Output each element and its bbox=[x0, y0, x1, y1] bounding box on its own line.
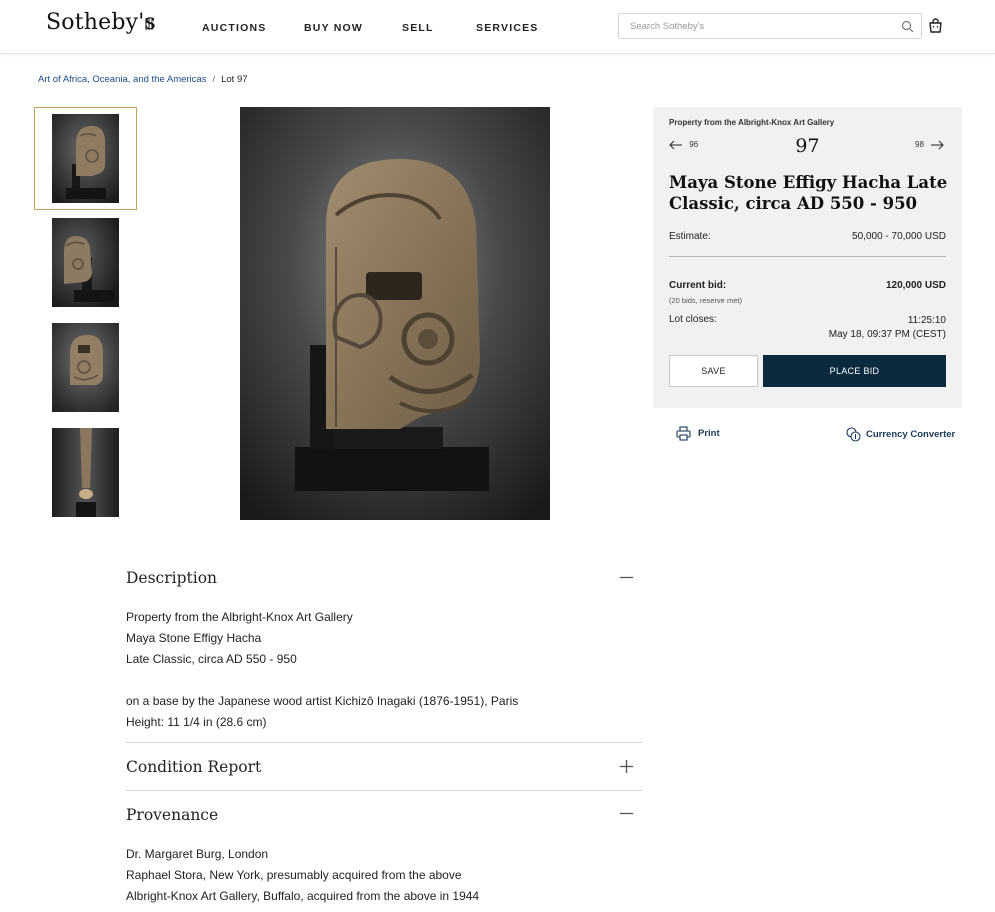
print-label: Print bbox=[698, 428, 720, 439]
nav-services[interactable]: SERVICES bbox=[476, 22, 539, 34]
save-button[interactable]: SAVE bbox=[669, 355, 758, 387]
site-header: Sotheby's AUCTIONS BUY NOW SELL SERVICES bbox=[0, 0, 995, 54]
provenance-line: Dr. Margaret Burg, London bbox=[126, 847, 269, 861]
breadcrumb-category-link[interactable]: Art of Africa, Oceania, and the Americas bbox=[38, 74, 206, 85]
thumbnail-4[interactable] bbox=[52, 428, 119, 517]
collapse-minus-icon[interactable] bbox=[620, 571, 633, 584]
current-bid-label: Current bid: bbox=[669, 280, 727, 291]
description-line: Late Classic, circa AD 550 - 950 bbox=[126, 652, 297, 666]
currency-converter-link[interactable]: Currency Converter bbox=[846, 427, 956, 442]
search-input[interactable] bbox=[619, 14, 889, 38]
description-body: Property from the Albright-Knox Art Gall… bbox=[126, 607, 518, 733]
provenance-heading[interactable]: Provenance bbox=[126, 806, 218, 824]
lot-closes-label: Lot closes: bbox=[669, 314, 717, 325]
thumbnail-1[interactable] bbox=[52, 114, 119, 203]
nav-sell[interactable]: SELL bbox=[402, 22, 434, 34]
lot-title: Maya Stone Effigy Hacha Late Classic, ci… bbox=[669, 173, 948, 213]
expand-plus-icon[interactable] bbox=[620, 760, 633, 773]
description-line: Height: 11 1/4 in (28.6 cm) bbox=[126, 715, 267, 729]
shopping-bag-icon[interactable] bbox=[928, 18, 943, 33]
bid-count-note: (20 bids, reserve met) bbox=[669, 296, 742, 305]
breadcrumb-separator: / bbox=[212, 74, 216, 85]
search-box bbox=[618, 13, 922, 39]
description-line: Maya Stone Effigy Hacha bbox=[126, 631, 262, 645]
provenance-line: Albright-Knox Art Gallery, Buffalo, acqu… bbox=[126, 889, 480, 903]
description-line: Property from the Albright-Knox Art Gall… bbox=[126, 610, 353, 624]
print-link[interactable]: Print bbox=[676, 426, 720, 441]
thumbnail-2[interactable] bbox=[52, 218, 119, 307]
breadcrumb: Art of Africa, Oceania, and the Americas… bbox=[38, 74, 248, 85]
search-icon[interactable] bbox=[901, 20, 914, 33]
breadcrumb-current: Lot 97 bbox=[221, 74, 248, 85]
panel-divider bbox=[669, 256, 946, 257]
next-lot-number: 98 bbox=[915, 140, 924, 150]
sothebys-logo[interactable]: Sotheby's bbox=[46, 10, 156, 35]
next-lot-link[interactable]: 98 bbox=[915, 140, 944, 150]
collapse-minus-icon[interactable] bbox=[620, 807, 633, 820]
current-bid-value: 120,000 USD bbox=[885, 280, 946, 291]
estimate-value: 50,000 - 70,000 USD bbox=[852, 231, 946, 242]
printer-icon bbox=[676, 426, 691, 441]
description-line bbox=[126, 670, 518, 691]
description-heading[interactable]: Description bbox=[126, 569, 217, 587]
estimate-label: Estimate: bbox=[669, 231, 711, 242]
lot-closes-countdown: 11:25:10 bbox=[907, 315, 946, 326]
thumbnail-3[interactable] bbox=[52, 323, 119, 412]
section-divider bbox=[126, 790, 642, 791]
provenance-body: Dr. Margaret Burg, London Raphael Stora,… bbox=[126, 844, 479, 907]
bid-panel: Property from the Albright-Knox Art Gall… bbox=[653, 107, 962, 408]
currency-icon bbox=[846, 427, 861, 442]
section-divider bbox=[126, 742, 642, 743]
lot-main-image[interactable] bbox=[240, 107, 550, 520]
lot-closes-date: May 18, 09:37 PM (CEST) bbox=[828, 329, 946, 340]
place-bid-button[interactable]: PLACE BID bbox=[763, 355, 946, 387]
provenance-line: Raphael Stora, New York, presumably acqu… bbox=[126, 868, 462, 882]
currency-converter-label: Currency Converter bbox=[866, 429, 956, 440]
condition-report-heading[interactable]: Condition Report bbox=[126, 758, 261, 776]
lot-provenance-label: Property from the Albright-Knox Art Gall… bbox=[669, 118, 835, 127]
logo-est-mark bbox=[145, 17, 153, 33]
nav-auctions[interactable]: AUCTIONS bbox=[202, 22, 266, 34]
description-line: on a base by the Japanese wood artist Ki… bbox=[126, 694, 519, 708]
nav-buy-now[interactable]: BUY NOW bbox=[304, 22, 363, 34]
arrow-right-icon bbox=[931, 140, 944, 150]
